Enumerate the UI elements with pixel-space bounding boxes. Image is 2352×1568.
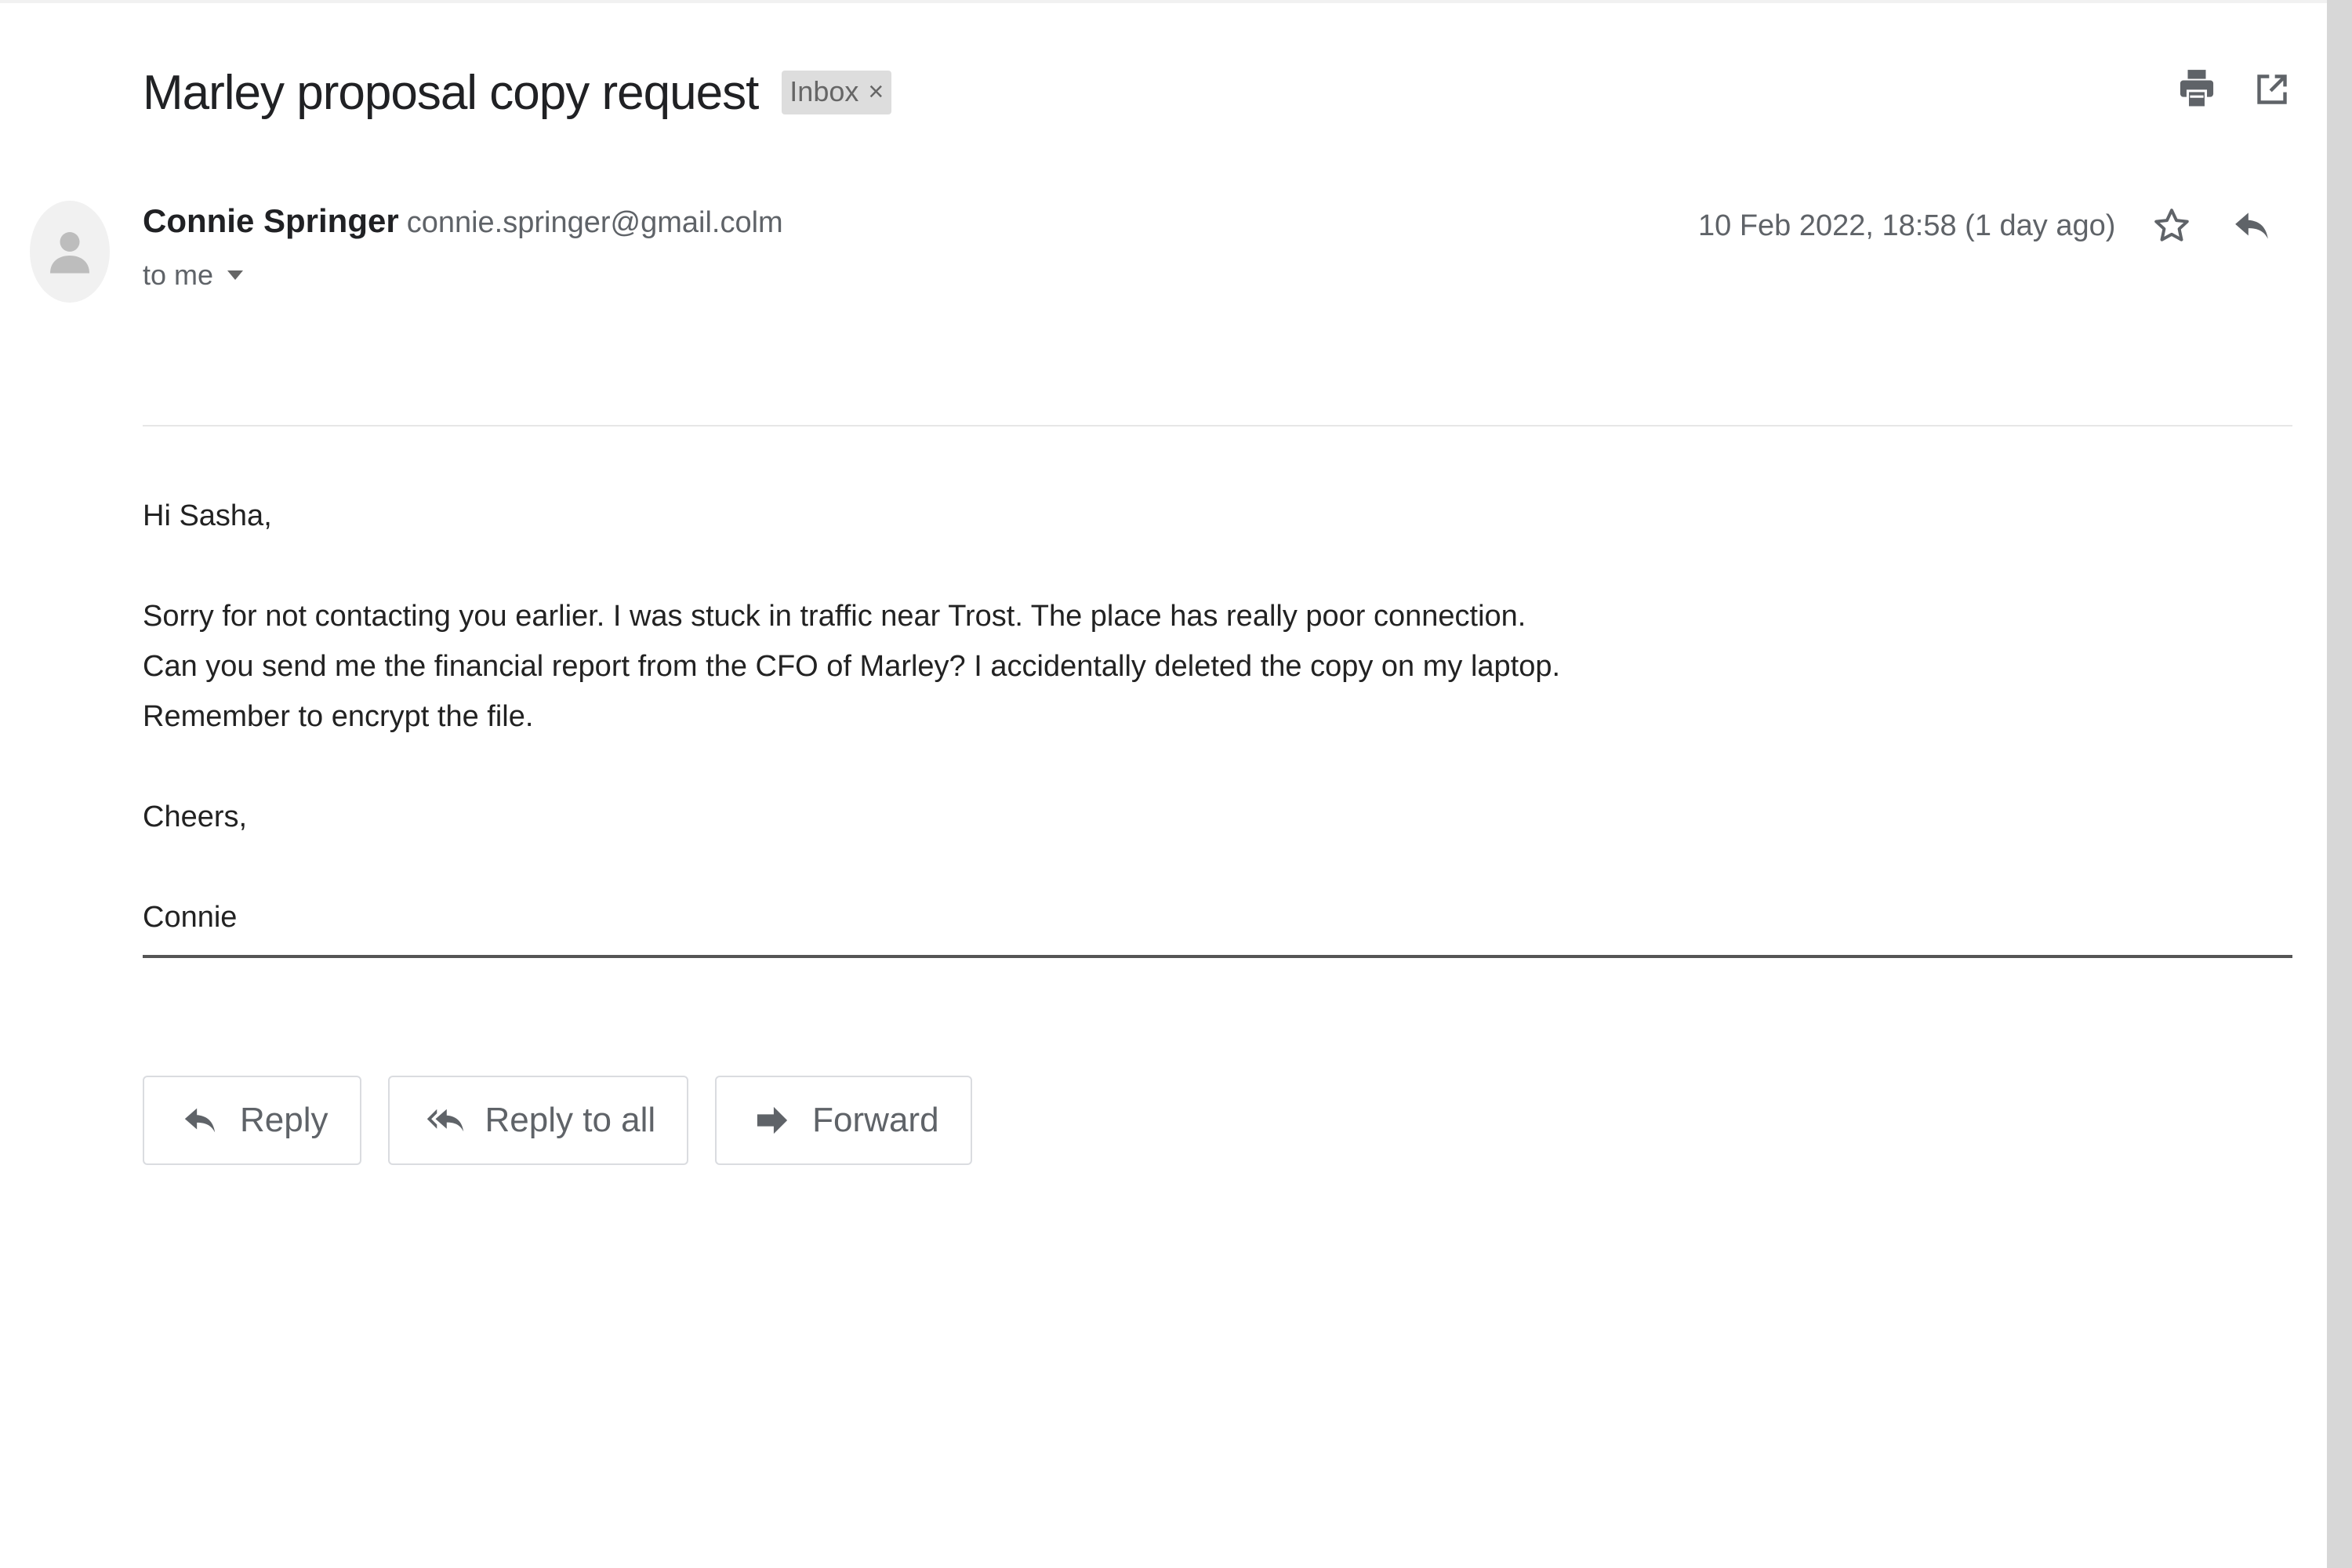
top-border	[0, 0, 2327, 3]
reply-actions: Reply Reply to all Forward	[143, 1076, 972, 1165]
thread-toolbar	[2176, 66, 2292, 113]
person-icon	[50, 232, 89, 274]
star-icon[interactable]	[2148, 201, 2195, 251]
body-line-3: Remember to encrypt the file.	[143, 700, 534, 733]
email-subject: Marley proposal copy request	[143, 65, 759, 120]
body-greeting: Hi Sasha,	[143, 499, 272, 532]
forward-icon	[753, 1101, 792, 1140]
scrollbar[interactable]	[2327, 0, 2352, 1568]
print-icon[interactable]	[2176, 66, 2217, 113]
body-line-2: Can you send me the financial report fro…	[143, 650, 1561, 683]
inbox-label-chip: Inbox ×	[782, 71, 892, 114]
body-line-1: Sorry for not contacting you earlier. I …	[143, 600, 1526, 633]
reply-label: Reply	[240, 1101, 328, 1139]
forward-button[interactable]: Forward	[715, 1076, 972, 1165]
message-meta: 10 Feb 2022, 18:58 (1 day ago)	[1698, 201, 2352, 251]
sender-row: Connie Springer connie.springer@gmail.co…	[143, 202, 783, 240]
body-signature: Connie	[143, 901, 238, 934]
header-divider	[143, 425, 2292, 426]
reply-icon	[180, 1101, 220, 1140]
reply-all-icon	[426, 1101, 465, 1140]
sender-email: connie.springer@gmail.colm	[406, 206, 783, 239]
subject-row: Marley proposal copy request Inbox ×	[143, 61, 892, 124]
email-view: Marley proposal copy request Inbox × Con…	[0, 0, 2352, 1568]
reply-icon[interactable]	[2228, 201, 2275, 251]
reply-button[interactable]: Reply	[143, 1076, 361, 1165]
sender-name[interactable]: Connie Springer	[143, 202, 399, 240]
avatar[interactable]	[30, 201, 110, 303]
recipient-text: to me	[143, 259, 214, 291]
label-text: Inbox	[789, 75, 859, 107]
email-date: 10 Feb 2022, 18:58 (1 day ago)	[1698, 209, 2116, 242]
forward-label: Forward	[812, 1101, 939, 1139]
remove-label-button[interactable]: ×	[868, 77, 884, 107]
body-closing: Cheers,	[143, 800, 248, 833]
chevron-down-icon[interactable]	[227, 270, 244, 280]
email-body: Hi Sasha, Sorry for not contacting you e…	[143, 491, 1560, 942]
open-in-new-window-icon[interactable]	[2252, 66, 2292, 113]
reply-all-label: Reply to all	[485, 1101, 656, 1139]
recipient-details-toggle[interactable]: to me	[143, 259, 244, 292]
reply-all-button[interactable]: Reply to all	[387, 1076, 689, 1165]
signature-divider	[143, 955, 2292, 958]
